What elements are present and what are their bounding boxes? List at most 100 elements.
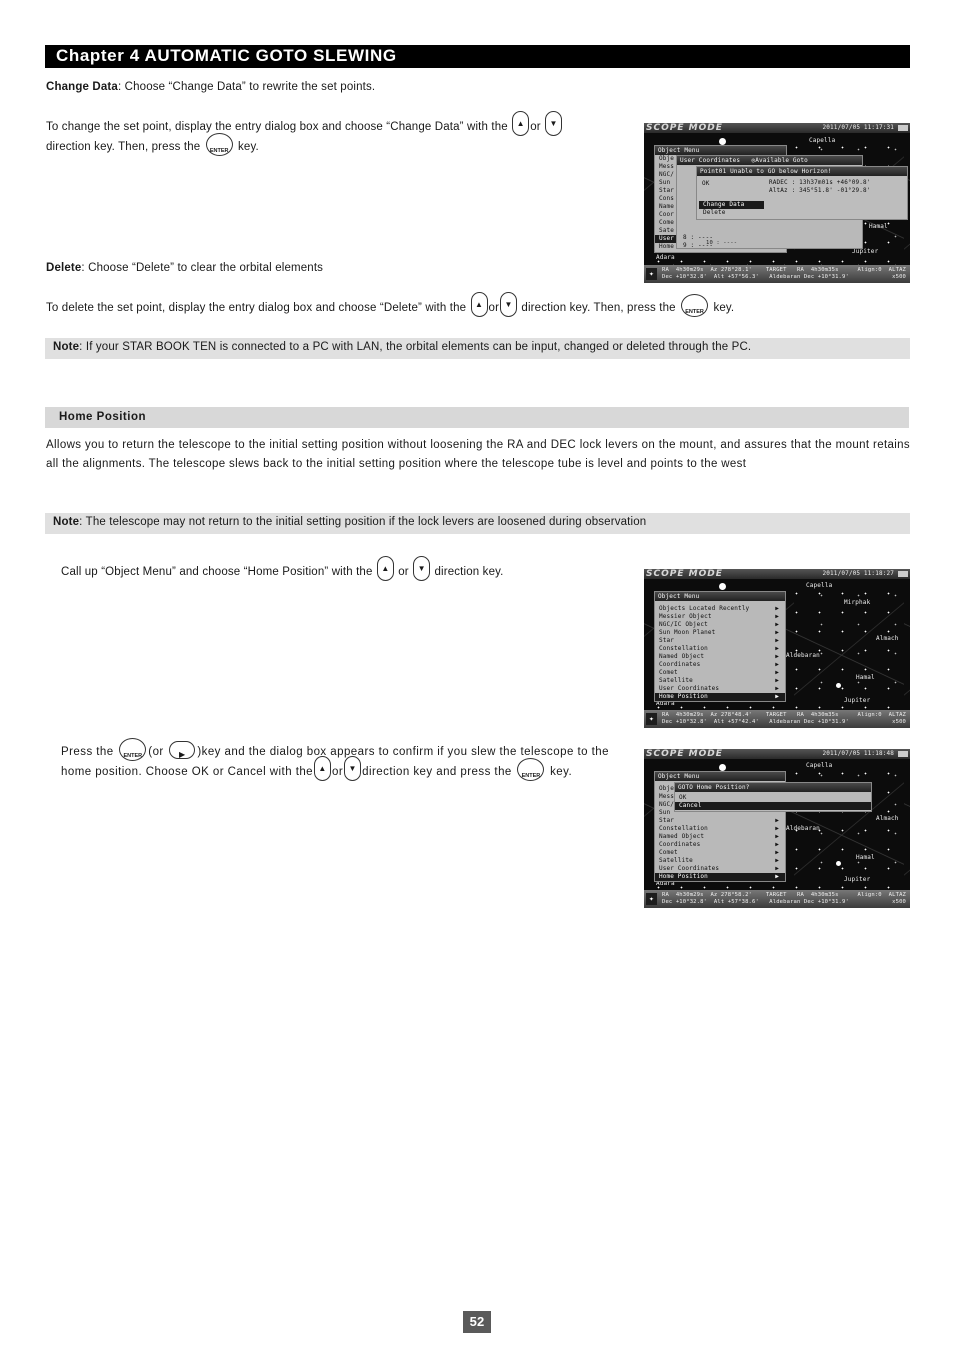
sky-label: Almach <box>876 815 899 822</box>
planet-icon <box>836 683 841 688</box>
up-key-icon: ▲ <box>376 556 394 582</box>
enter-key-icon: ENTER <box>681 294 709 318</box>
planet-icon <box>719 138 726 145</box>
cancel-option-selected[interactable]: Cancel <box>675 802 871 810</box>
screenshot-object-menu: SCOPE MODE 2011/07/05 11:18:27 Capella Mi… <box>644 569 910 728</box>
align-status: Align:0 ALTAZ <box>857 267 906 273</box>
status-row: Dec +10°32.8' Alt +57°38.6' Aldebaran De… <box>662 899 849 905</box>
screenshot-change-data: SCOPE MODE 2011/07/05 11:17:31 Capella Ju… <box>644 123 910 283</box>
panel-title: Object Menu <box>655 146 786 155</box>
mode-label: SCOPE MODE <box>646 123 723 133</box>
status-bar: ✦ RA 4h30m29s Az 278°48.4' TARGET RA 4h3… <box>644 710 910 728</box>
status-row: Dec +10°32.8' Alt +57°42.4' Aldebaran De… <box>662 719 849 725</box>
menu-item-selected[interactable]: Home Position ▶ <box>655 693 785 701</box>
zoom-level: x500 <box>892 719 906 725</box>
menu-item[interactable]: Named Object ▶ <box>655 653 785 661</box>
status-bar: ✦ RA 4h30m29s Az 278°58.2' TARGET RA 4h3… <box>644 890 910 908</box>
dialog-title: GOTO Home Position? <box>675 783 871 792</box>
up-key-icon: ▲ <box>470 292 488 318</box>
slot-item[interactable]: 10 : ---- <box>706 240 737 246</box>
telescope-icon: ✦ <box>646 893 657 905</box>
note-text: : The telescope may not return to the in… <box>79 516 647 528</box>
instruction-text: Press the <box>61 746 114 758</box>
menu-item[interactable]: Satellite ▶ <box>655 677 785 685</box>
enter-key-icon: ENTER <box>517 758 545 782</box>
instruction-text: key. <box>238 141 259 153</box>
menu-item[interactable]: Coordinates ▶ <box>655 841 785 849</box>
change-data-option[interactable]: Change Data <box>699 201 764 209</box>
datetime: 2011/07/05 11:18:48 <box>822 750 894 757</box>
down-key-icon: ▼ <box>500 292 518 318</box>
mode-label: SCOPE MODE <box>646 749 723 759</box>
chapter-header: Chapter 4 AUTOMATIC GOTO SLEWING <box>45 45 910 68</box>
down-key-icon: ▼ <box>545 111 563 137</box>
delete-term: Delete <box>46 262 82 274</box>
planet-icon <box>719 583 726 590</box>
instruction-text: direction key. <box>434 566 504 578</box>
instruction-text: key. <box>550 766 573 778</box>
or-text: or <box>488 302 500 314</box>
zoom-level: x500 <box>892 274 906 280</box>
sky-label: Almach <box>876 635 899 642</box>
sky-label: Hamal <box>856 854 875 861</box>
menu-item[interactable]: Messier Object ▶ <box>655 613 785 621</box>
menu-item-selected[interactable]: Home Position ▶ <box>655 873 785 881</box>
menu-item[interactable]: User Coordinates ▶ <box>655 685 785 693</box>
align-status: Align:0 ALTAZ <box>857 712 906 718</box>
status-row: RA 4h30m29s Az 278°58.2' TARGET RA 4h30m… <box>662 892 839 898</box>
telescope-icon: ✦ <box>646 713 657 725</box>
or-text: or <box>530 121 541 133</box>
menu-item[interactable]: Constellation ▶ <box>655 645 785 653</box>
change-data-desc: : Choose “Change Data” to rewrite the se… <box>117 81 376 93</box>
enter-key-icon: ENTER <box>119 738 147 762</box>
status-row: RA 4h30m29s Az 278°48.4' TARGET RA 4h30m… <box>662 712 839 718</box>
sky-label: Jupiter <box>844 876 871 883</box>
note-label: Note <box>53 516 80 528</box>
sky-label: Aldebaran <box>786 825 820 832</box>
menu-item[interactable]: User Coordinates ▶ <box>655 865 785 873</box>
screenshot-goto-home-dialog: SCOPE MODE 2011/07/05 11:18:48 Capella Al… <box>644 749 910 908</box>
step2-instructions: Press the ENTER (or ▶)key and the dialog … <box>61 738 625 782</box>
or-text: or <box>332 766 344 778</box>
status-bar: ✦ RA 4h30m29s Az 278°28.1' TARGET RA 4h3… <box>644 265 910 283</box>
delete-option[interactable]: Delete <box>699 209 726 217</box>
instruction-text: Call up “Object Menu” and choose “Home P… <box>61 566 373 578</box>
planet-icon <box>719 764 726 771</box>
battery-icon <box>898 125 908 131</box>
sky-label: Hamal <box>856 674 875 681</box>
menu-item[interactable]: Coordinates ▶ <box>655 661 785 669</box>
sky-label: Mirphak <box>844 599 871 606</box>
panel-title: Object Menu <box>655 772 785 781</box>
ok-option[interactable]: OK <box>702 180 710 187</box>
menu-item[interactable]: Comet ▶ <box>655 669 785 677</box>
menu-item[interactable]: Star ▶ <box>655 637 785 645</box>
instruction-text: direction key. Then, press the <box>46 141 201 153</box>
menu-item[interactable]: Named Object ▶ <box>655 833 785 841</box>
datetime: 2011/07/05 11:18:27 <box>822 570 894 577</box>
menu-item[interactable]: Comet ▶ <box>655 849 785 857</box>
instruction-text: key. <box>713 302 735 314</box>
datetime: 2011/07/05 11:17:31 <box>822 124 894 131</box>
sky-label: Adara <box>656 254 675 261</box>
change-data-instructions: To change the set point, display the ent… <box>46 111 636 157</box>
altaz-value: AltAz : 345°51.8' -01°29.8' <box>769 187 871 194</box>
menu-item[interactable]: Satellite ▶ <box>655 857 785 865</box>
down-key-icon: ▼ <box>413 556 431 582</box>
menu-item[interactable]: Constellation ▶ <box>655 825 785 833</box>
ok-option[interactable]: OK <box>675 794 871 802</box>
enter-key-icon: ENTER <box>205 133 233 157</box>
down-key-icon: ▼ <box>344 756 362 782</box>
menu-item[interactable]: Objects Located Recently ▶ <box>655 605 785 613</box>
panel-title: User Coordinates ◎Available Goto <box>677 156 862 165</box>
up-key-icon: ▲ <box>314 756 332 782</box>
sky-label: Capella <box>806 582 833 589</box>
menu-item[interactable]: Sun Moon Planet ▶ <box>655 629 785 637</box>
step1-instructions: Call up “Object Menu” and choose “Home P… <box>61 556 504 582</box>
menu-item[interactable]: Star ▶ <box>655 817 785 825</box>
point-dialog: Point01 Unable to GO below Horizon! OK R… <box>696 166 908 220</box>
menu-item[interactable]: NGC/IC Object ▶ <box>655 621 785 629</box>
battery-icon <box>898 751 908 757</box>
up-key-icon: ▲ <box>512 111 530 137</box>
note-lan: Note: If your STAR BOOK TEN is connected… <box>45 338 910 359</box>
note-text: : If your STAR BOOK TEN is connected to … <box>79 341 752 353</box>
